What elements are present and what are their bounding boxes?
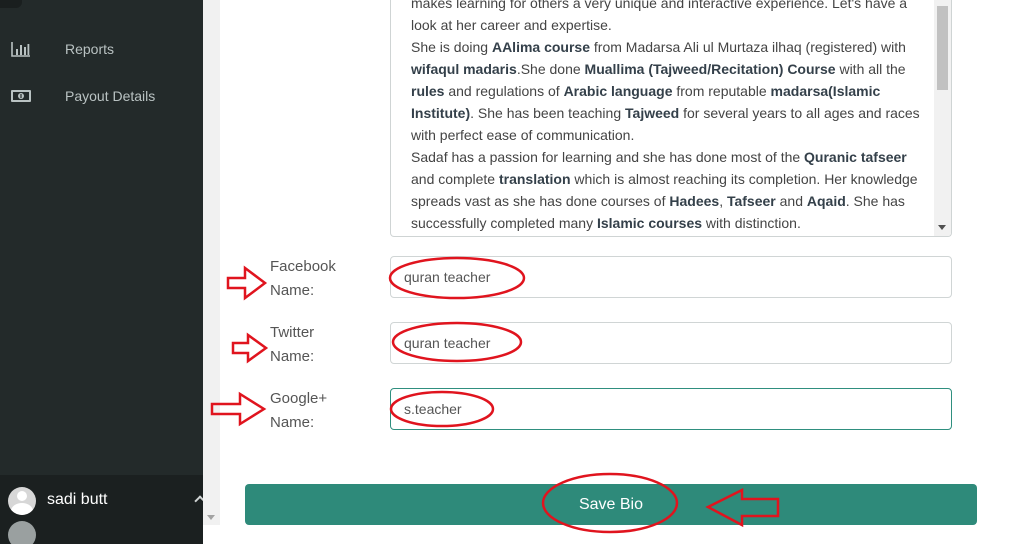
bio-bold-text: Arabic language <box>563 83 673 99</box>
sidebar-item-payout-details[interactable]: Payout Details <box>0 81 203 111</box>
bio-text-segment: and <box>775 193 807 209</box>
facebook-label-line2: Name: <box>270 282 315 299</box>
bio-text-segment: from reputable <box>672 83 771 99</box>
bio-textarea[interactable]: makes learning for others a very unique … <box>390 0 952 237</box>
bio-bold-text: wifaqul madaris <box>411 61 517 77</box>
bio-bold-text: Islamic courses <box>596 215 703 231</box>
bio-bold-text: rules <box>411 83 445 99</box>
twitter-name-label: Twitter Name: <box>270 321 380 369</box>
bio-bold-text: Tafseer <box>726 193 776 209</box>
bio-bold-text: Muallima (Tajweed/Recitation) Course <box>584 61 836 77</box>
save-bio-button[interactable]: Save Bio <box>245 484 977 525</box>
google-plus-name-input[interactable] <box>390 388 952 430</box>
bio-text-segment: from Madarsa Ali ul Murtaza ilhaq (regis… <box>590 39 906 55</box>
google-plus-name-label: Google+ Name: <box>270 387 380 435</box>
facebook-name-input[interactable] <box>390 256 952 298</box>
bio-text-segment: She is doing <box>411 39 492 55</box>
bio-bold-text: AAlima course <box>491 39 590 55</box>
scroll-down-arrow-icon[interactable] <box>207 515 215 520</box>
twitter-label-line1: Twitter <box>270 324 315 341</box>
bio-bold-text: Quranic tafseer <box>804 149 907 165</box>
sidebar-item-label: Reports <box>65 41 115 57</box>
bio-text: makes learning for others a very unique … <box>411 0 921 234</box>
bio-scrollbar[interactable] <box>934 0 951 236</box>
bar-chart-icon <box>10 41 32 57</box>
money-icon <box>10 88 32 104</box>
bio-text-segment: with distinction. <box>702 215 801 231</box>
google-label-line2: Name: <box>270 414 315 431</box>
avatar <box>8 487 36 515</box>
bio-text-segment: makes learning for others a very unique … <box>411 0 908 33</box>
user-name: sadi butt <box>47 491 108 508</box>
bio-bold-text: Hadees <box>669 193 720 209</box>
bio-text-segment: and complete <box>411 171 499 187</box>
facebook-label-line1: Facebook <box>270 258 336 275</box>
scroll-down-arrow-icon[interactable] <box>938 225 946 230</box>
bio-text-segment: with all the <box>835 61 906 77</box>
bio-bold-text: translation <box>498 171 571 187</box>
sidebar-top-edge <box>0 0 22 8</box>
secondary-avatar <box>8 521 36 544</box>
google-label-line1: Google+ <box>270 390 328 407</box>
bio-text-segment: . She has been teaching <box>470 105 626 121</box>
bio-paragraph: She is doing AAlima course from Madarsa … <box>411 36 921 146</box>
user-menu[interactable]: sadi butt <box>0 475 206 544</box>
facebook-name-label: Facebook Name: <box>270 255 380 303</box>
sidebar: Reports Payout Details sadi butt <box>0 0 206 544</box>
bio-paragraph: Sadaf has a passion for learning and she… <box>411 146 921 234</box>
bio-bold-text: Tajweed <box>625 105 680 121</box>
arrow-right-icon <box>226 265 268 301</box>
bio-text-segment: and regulations of <box>444 83 564 99</box>
arrow-right-icon <box>231 332 269 364</box>
twitter-label-line2: Name: <box>270 348 315 365</box>
sidebar-scrollbar[interactable] <box>203 0 220 525</box>
twitter-name-input[interactable] <box>390 322 952 364</box>
bio-text-segment: Sadaf has a passion for learning and she… <box>411 149 805 165</box>
bio-paragraph: makes learning for others a very unique … <box>411 0 921 36</box>
sidebar-item-label: Payout Details <box>65 88 156 104</box>
bio-bold-text: Aqaid <box>806 193 846 209</box>
bio-scroll-thumb[interactable] <box>937 6 948 90</box>
sidebar-item-reports[interactable]: Reports <box>0 34 203 64</box>
bio-text-segment: , <box>719 193 727 209</box>
bio-text-segment: .She done <box>516 61 585 77</box>
